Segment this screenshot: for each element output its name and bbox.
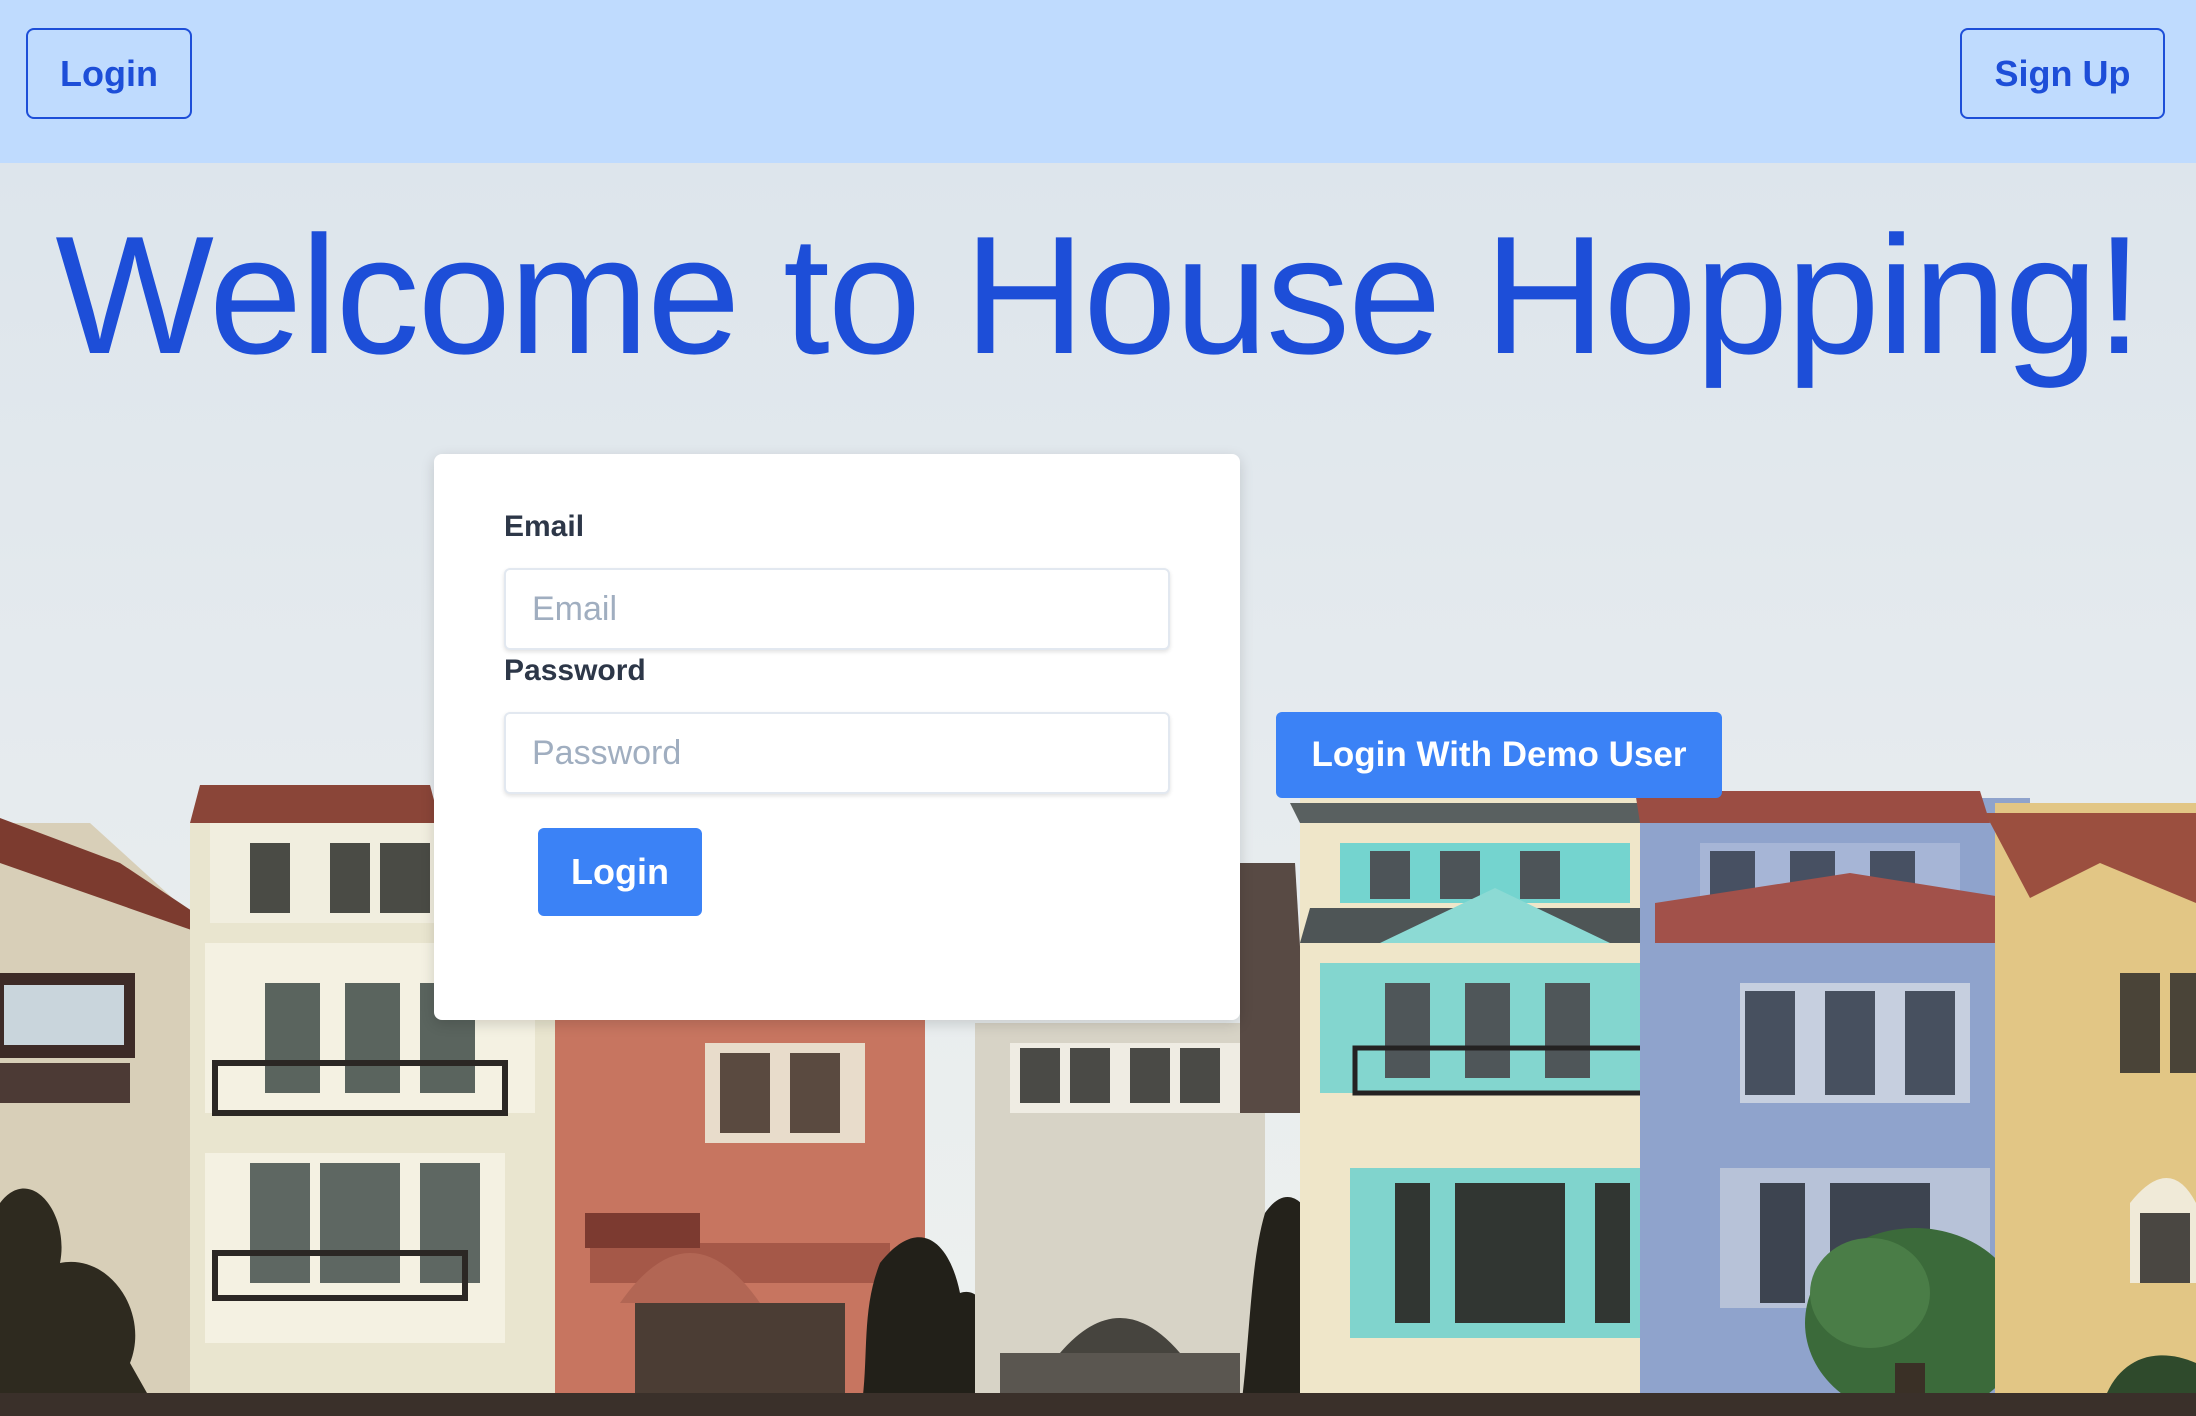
- header-signup-button[interactable]: Sign Up: [1960, 28, 2165, 119]
- header-login-button[interactable]: Login: [26, 28, 192, 119]
- password-label: Password: [504, 654, 646, 687]
- email-input[interactable]: [504, 568, 1170, 650]
- top-navigation-bar: Login Sign Up: [0, 0, 2196, 163]
- demo-login-button[interactable]: Login With Demo User: [1276, 712, 1722, 798]
- login-form-card: Email Password Login: [434, 454, 1240, 1020]
- login-submit-button[interactable]: Login: [538, 828, 702, 916]
- welcome-title: Welcome to House Hopping!: [55, 201, 2142, 389]
- email-label: Email: [504, 510, 585, 543]
- page: Login Sign Up Welcome to House Hopping! …: [0, 0, 2196, 1416]
- password-input[interactable]: [504, 712, 1170, 794]
